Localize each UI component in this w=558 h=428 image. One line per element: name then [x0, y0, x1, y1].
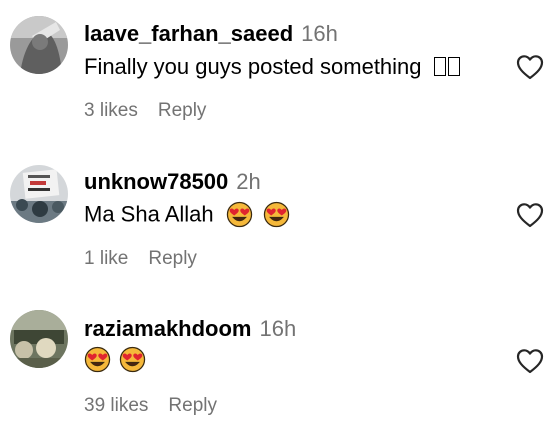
- unrendered-glyph-icon: [432, 54, 460, 79]
- username[interactable]: laave_farhan_saeed: [84, 21, 293, 46]
- comment-text-row: Finally you guys posted something: [84, 56, 460, 78]
- likes-count[interactable]: 1 like: [84, 249, 128, 268]
- comment-actions: 3 likes Reply: [84, 101, 206, 120]
- comment-item: laave_farhan_saeed 16h Finally you guys p…: [0, 0, 558, 130]
- comment-text: Finally you guys posted something: [84, 54, 422, 79]
- heart-eyes-emoji: [84, 346, 111, 373]
- heart-outline-icon[interactable]: [516, 348, 544, 374]
- heart-outline-icon[interactable]: [516, 202, 544, 228]
- comment-text: Ma Sha Allah: [84, 201, 214, 227]
- avatar[interactable]: [10, 310, 68, 368]
- timestamp: 16h: [301, 21, 338, 46]
- timestamp: 16h: [259, 316, 297, 341]
- reply-button[interactable]: Reply: [168, 396, 217, 415]
- comment-actions: 1 like Reply: [84, 249, 197, 268]
- username[interactable]: unknow78500: [84, 169, 228, 194]
- comment-header: raziamakhdoom 16h: [84, 318, 296, 340]
- username[interactable]: raziamakhdoom: [84, 316, 252, 341]
- avatar[interactable]: [10, 16, 68, 74]
- reply-button[interactable]: Reply: [158, 101, 207, 120]
- comment-text-row: Ma Sha Allah: [84, 201, 294, 228]
- avatar[interactable]: [10, 165, 68, 223]
- comment-header: laave_farhan_saeed 16h: [84, 23, 338, 45]
- comment-item: raziamakhdoom 16h 39 likes Reply: [0, 295, 558, 425]
- comment-actions: 39 likes Reply: [84, 396, 217, 415]
- heart-eyes-emoji: [120, 346, 146, 373]
- comment-text-row: [84, 346, 150, 376]
- heart-eyes-emoji: [226, 201, 252, 228]
- likes-count[interactable]: 39 likes: [84, 396, 148, 415]
- heart-eyes-emoji: [263, 201, 290, 228]
- reply-button[interactable]: Reply: [148, 249, 197, 268]
- heart-outline-icon[interactable]: [516, 54, 544, 80]
- comment-item: unknow78500 2h Ma Sha Allah 1 like Reply: [0, 148, 558, 278]
- likes-count[interactable]: 3 likes: [84, 101, 138, 120]
- timestamp: 2h: [236, 169, 261, 194]
- comment-header: unknow78500 2h: [84, 171, 261, 193]
